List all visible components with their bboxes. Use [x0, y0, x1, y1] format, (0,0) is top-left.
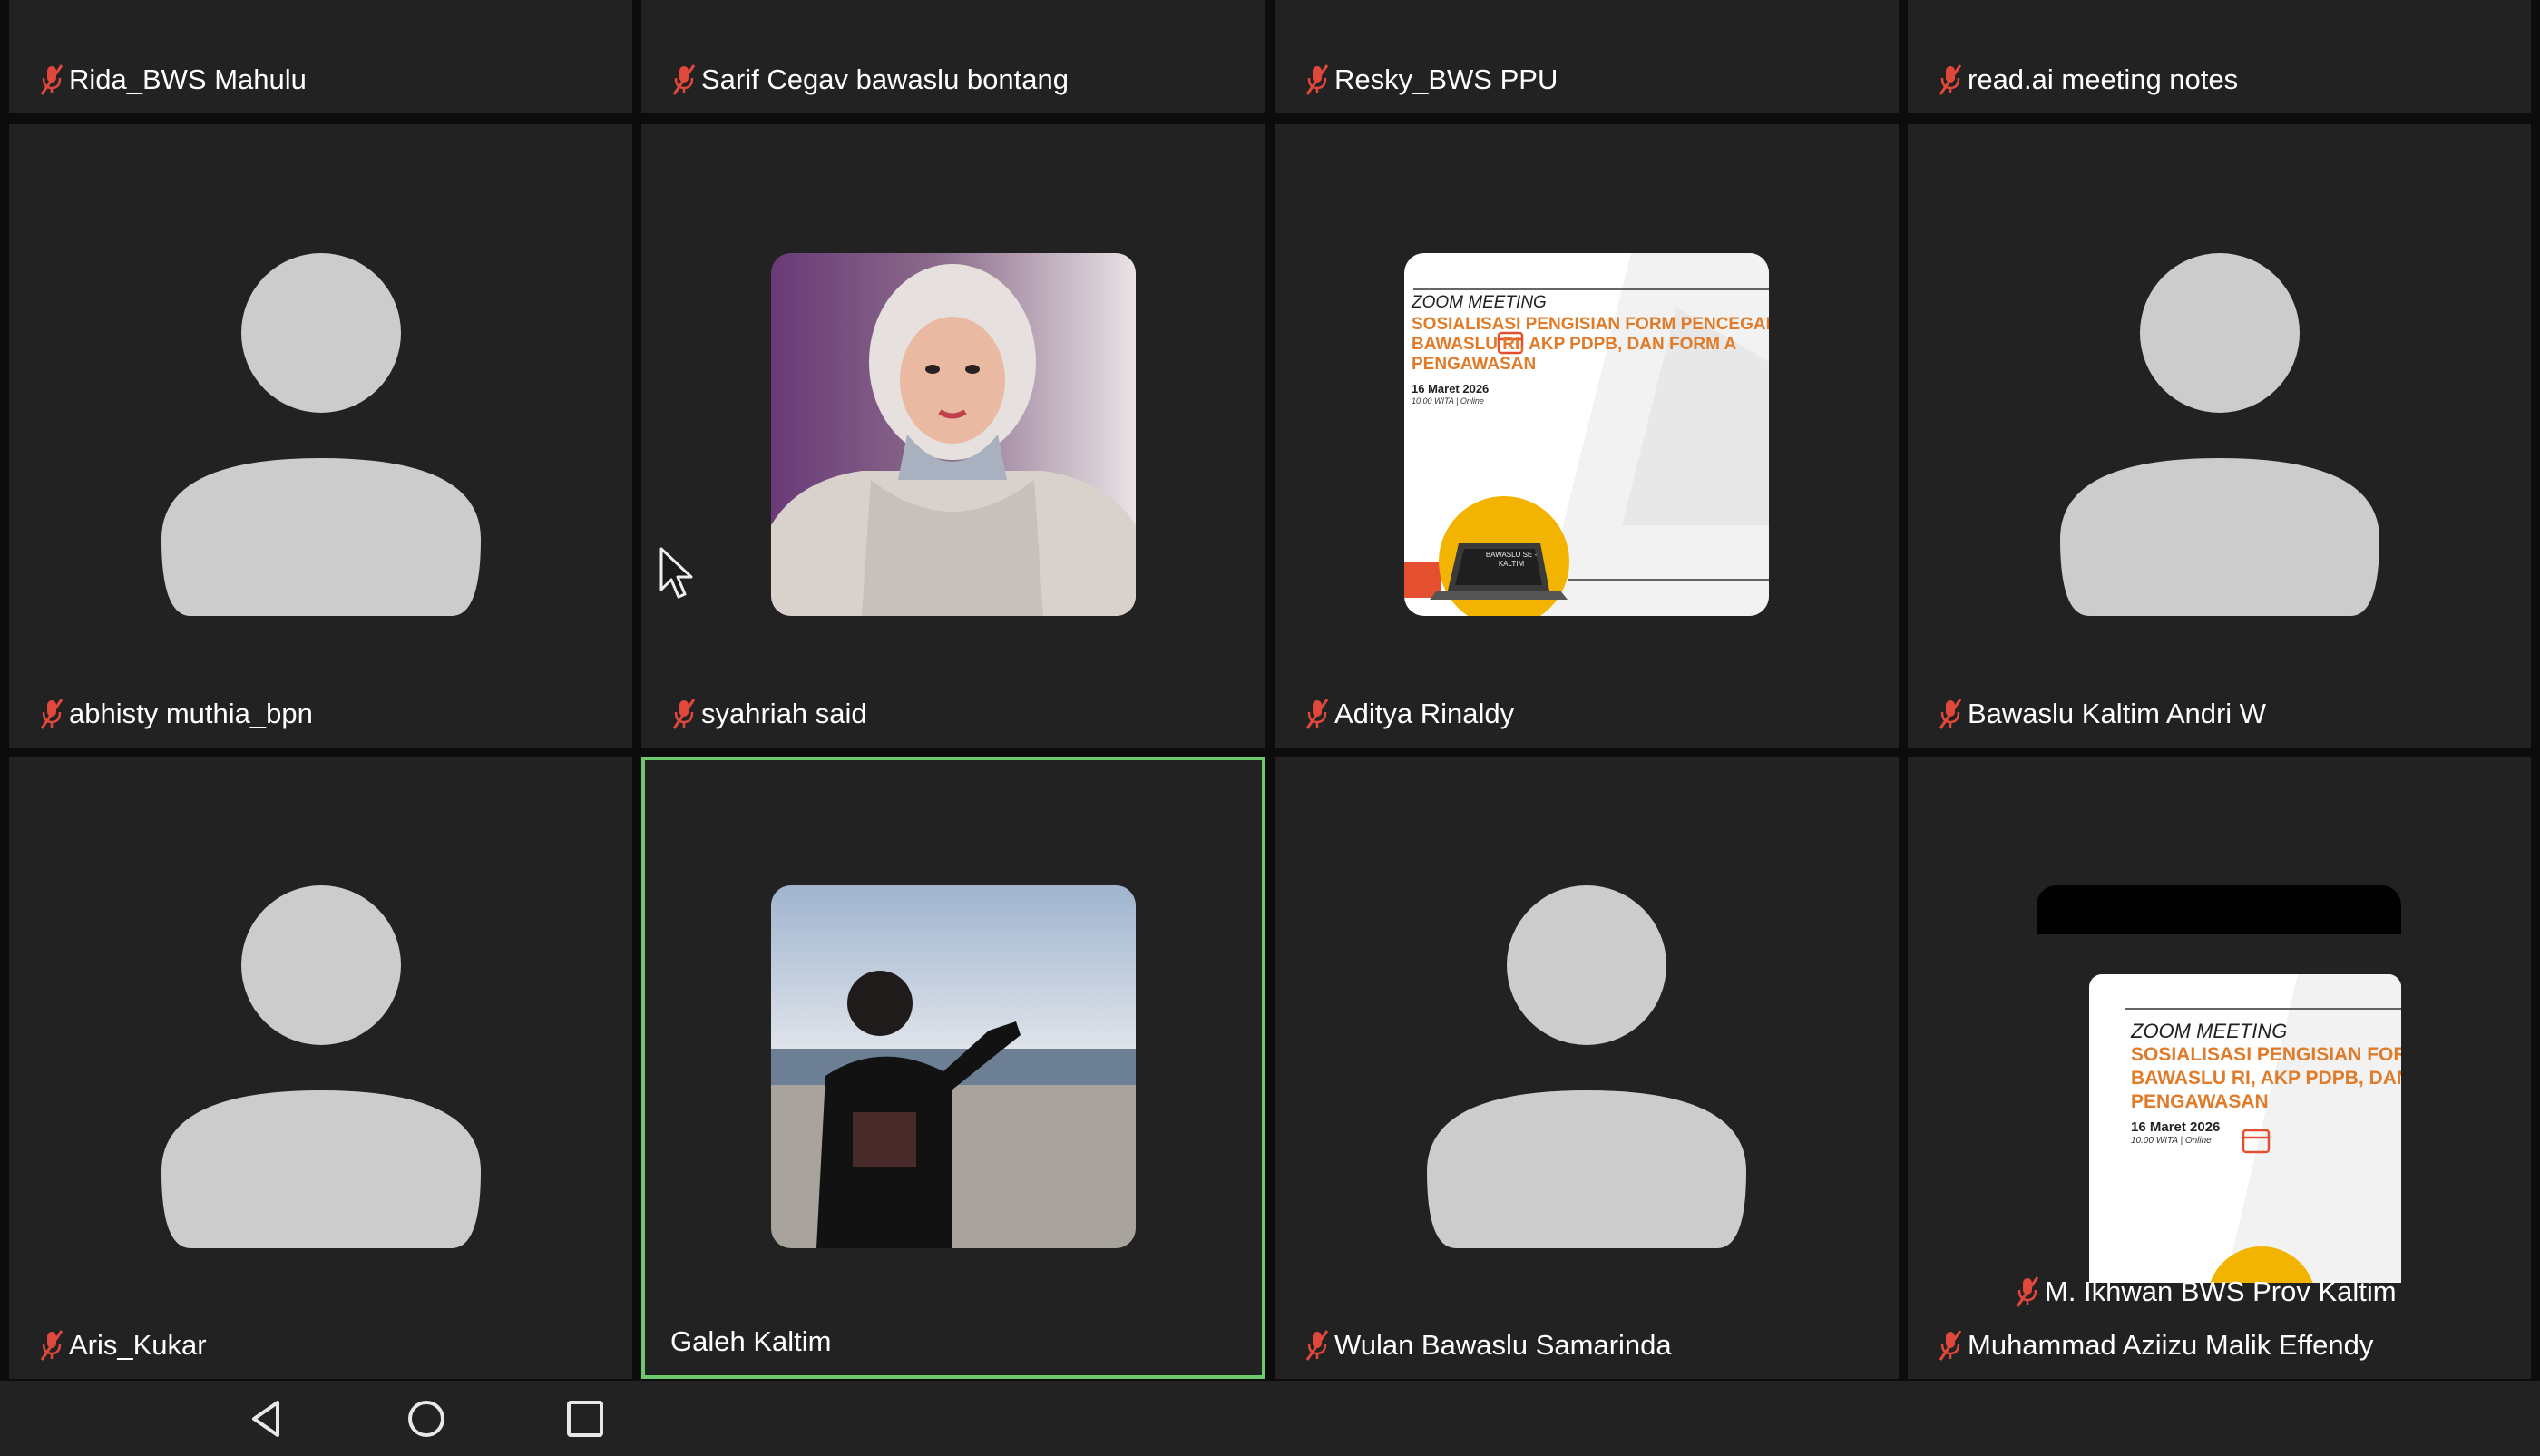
poster-title-line: SOSIALISASI PENGISIAN FORM PENCEGAHAN: [1412, 315, 1769, 334]
participant-name-text: Aris_Kukar: [69, 1329, 207, 1361]
poster-time: 10.00 WITA | Online: [2131, 1136, 2212, 1146]
screen-share-header: [2037, 885, 2401, 934]
participant-name-text: read.ai meeting notes: [1968, 64, 2239, 95]
poster-time: 10.00 WITA | Online: [1412, 396, 1484, 406]
participant-name-text: abhisty muthia_bpn: [69, 698, 313, 729]
poster-title: SOSIALISASI PENGISIAN FORM BAWASLU RI, A…: [2131, 1043, 2401, 1114]
video-thumbnail: [771, 253, 1136, 616]
participant-tile[interactable]: Sarif Cegav bawaslu bontang: [641, 0, 1265, 113]
default-avatar-icon: [2059, 253, 2379, 616]
video-thumbnail: [771, 885, 1136, 1248]
default-avatar-icon: [161, 253, 481, 616]
back-icon[interactable]: [241, 1393, 292, 1444]
poster-date: 16 Maret 2026: [2131, 1119, 2221, 1135]
default-avatar-icon: [161, 885, 481, 1248]
muted-mic-icon: [1939, 699, 1962, 729]
participant-photo: [771, 885, 1136, 1248]
participant-tile[interactable]: read.ai meeting notes: [1908, 0, 2531, 113]
participant-photo: [771, 253, 1136, 616]
poster-label: ZOOM MEETING: [2131, 1020, 2288, 1042]
participant-name-text: Rida_BWS Mahulu: [69, 64, 307, 95]
participant-name: Galeh Kaltim: [670, 1324, 831, 1359]
poster-laptop-text: BAWASLU SE - KALTIM: [1485, 551, 1538, 568]
cursor-icon: [659, 547, 693, 599]
muted-mic-icon: [1939, 1330, 1962, 1361]
poster-thumbnail: ZOOM MEETING SOSIALISASI PENGISIAN FORM …: [1404, 253, 1769, 616]
poster-title-line: BAWASLU RI, AKP PDPB, DAN: [2131, 1068, 2401, 1089]
shared-poster-thumbnail: ZOOM MEETING SOSIALISASI PENGISIAN FORM …: [2089, 974, 2401, 1283]
participant-name: Wulan Bawaslu Samarinda: [1304, 1328, 1672, 1363]
participant-tile[interactable]: Bawaslu Kaltim Andri W: [1908, 124, 2531, 748]
poster-title-line: PENGAWASAN: [1412, 355, 1537, 374]
participant-name-text: Aditya Rinaldy: [1334, 698, 1515, 729]
participant-name-text: Bawaslu Kaltim Andri W: [1968, 698, 2267, 729]
poster-date: 16 Maret 2026: [1412, 382, 1490, 396]
participant-name: Muhammad Aziizu Malik Effendy: [1937, 1328, 2373, 1363]
participant-name: Bawaslu Kaltim Andri W: [1937, 697, 2266, 731]
muted-mic-icon: [1305, 699, 1329, 729]
participant-name-text: Sarif Cegav bawaslu bontang: [701, 64, 1069, 95]
muted-mic-icon: [2016, 1276, 2039, 1307]
participant-name: syahriah said: [670, 697, 867, 731]
overlay-participant-name-text: M. Ikhwan BWS Prov Kaltim: [2045, 1275, 2397, 1307]
participant-tile[interactable]: abhisty muthia_bpn: [9, 124, 632, 748]
participant-name-text: Muhammad Aziizu Malik Effendy: [1968, 1329, 2374, 1361]
participant-name: Rida_BWS Mahulu: [38, 63, 307, 97]
participant-tile[interactable]: syahriah said: [641, 124, 1265, 748]
participant-tile[interactable]: Wulan Bawaslu Samarinda: [1275, 757, 1899, 1379]
default-avatar-icon: [1427, 885, 1746, 1248]
participant-name: Sarif Cegav bawaslu bontang: [670, 63, 1069, 97]
participant-tile[interactable]: Rida_BWS Mahulu: [9, 0, 632, 113]
participant-tile[interactable]: ZOOM MEETING SOSIALISASI PENGISIAN FORM …: [1908, 757, 2531, 1379]
poster-title: SOSIALISASI PENGISIAN FORM PENCEGAHAN BA…: [1412, 315, 1769, 375]
participant-name: Resky_BWS PPU: [1304, 63, 1558, 97]
muted-mic-icon: [672, 699, 696, 729]
participant-name-text: Galeh Kaltim: [670, 1325, 832, 1357]
participant-name-text: Wulan Bawaslu Samarinda: [1334, 1329, 1672, 1361]
muted-mic-icon: [1305, 64, 1329, 95]
poster-title-line: BAWASLU RI, AKP PDPB, DAN FORM A: [1412, 335, 1737, 354]
muted-mic-icon: [40, 64, 64, 95]
muted-mic-icon: [1939, 64, 1962, 95]
overlay-participant-name: M. Ikhwan BWS Prov Kaltim: [2014, 1275, 2397, 1309]
muted-mic-icon: [40, 1330, 64, 1361]
participant-tile[interactable]: ZOOM MEETING SOSIALISASI PENGISIAN FORM …: [1275, 124, 1899, 748]
recents-icon[interactable]: [560, 1393, 611, 1444]
muted-mic-icon: [1305, 1330, 1329, 1361]
participant-name: read.ai meeting notes: [1937, 63, 2238, 97]
participant-tile-active-speaker[interactable]: Galeh Kaltim: [641, 757, 1265, 1379]
participant-name-text: Resky_BWS PPU: [1334, 64, 1558, 95]
home-icon[interactable]: [401, 1393, 452, 1444]
participant-name: Aris_Kukar: [38, 1328, 207, 1363]
participant-tile[interactable]: Aris_Kukar: [9, 757, 632, 1379]
participant-tile[interactable]: Resky_BWS PPU: [1275, 0, 1899, 113]
system-navigation-bar: [0, 1381, 2540, 1456]
participant-name: abhisty muthia_bpn: [38, 697, 313, 731]
participant-name-text: syahriah said: [701, 698, 867, 729]
poster-title-line: PENGAWASAN: [2131, 1091, 2269, 1112]
poster-title-line: SOSIALISASI PENGISIAN FORM: [2131, 1044, 2401, 1065]
muted-mic-icon: [672, 64, 696, 95]
muted-mic-icon: [40, 699, 64, 729]
poster-label: ZOOM MEETING: [1412, 293, 1547, 312]
participant-name: Aditya Rinaldy: [1304, 697, 1514, 731]
